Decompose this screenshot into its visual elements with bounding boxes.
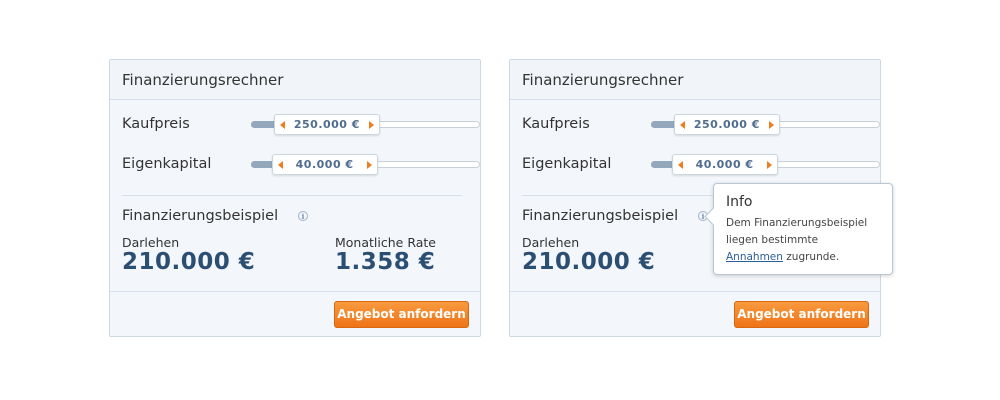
equity-value: 40.000 € [295, 158, 354, 171]
purchase-price-label: Kaufpreis [522, 116, 590, 132]
equity-row: Eigenkapital 40.000 € [522, 154, 880, 176]
tooltip-line: Dem Finanzierungsbeispiel [726, 217, 868, 229]
financing-calculator-card: Finanzierungsrechner Kaufpreis 250.000 €… [109, 59, 481, 337]
increase-arrow-icon[interactable] [768, 121, 774, 129]
purchase-price-value: 250.000 € [693, 118, 760, 131]
equity-slider[interactable]: 40.000 € [651, 154, 880, 175]
equity-slider-fill [651, 161, 674, 168]
request-offer-button[interactable]: Angebot anfordern [734, 301, 869, 328]
monthly-rate-value: 1.358 € [335, 249, 436, 275]
equity-slider[interactable]: 40.000 € [251, 154, 480, 175]
purchase-price-slider[interactable]: 250.000 € [651, 114, 880, 135]
increase-arrow-icon[interactable] [766, 161, 772, 169]
card-title: Finanzierungsrechner [522, 71, 684, 89]
tooltip-line: liegen bestimmte [726, 234, 819, 246]
purchase-price-row: Kaufpreis 250.000 € [122, 114, 480, 136]
equity-slider-handle[interactable]: 40.000 € [671, 154, 778, 175]
info-tooltip: Info Dem Finanzierungsbeispiel liegen be… [704, 183, 893, 275]
equity-label: Eigenkapital [122, 156, 212, 172]
purchase-price-value: 250.000 € [293, 118, 360, 131]
loan-label: Darlehen [522, 235, 580, 250]
card-header: Finanzierungsrechner [110, 60, 480, 100]
monthly-rate-label: Monatliche Rate [335, 235, 436, 250]
tooltip-title: Info [726, 194, 753, 210]
info-icon[interactable]: i [298, 211, 308, 221]
assumptions-link[interactable]: Annahmen [726, 251, 783, 263]
loan-label: Darlehen [122, 235, 180, 250]
tooltip-line: Annahmen zugrunde. [726, 249, 880, 266]
card-title: Finanzierungsrechner [122, 71, 284, 89]
card-header: Finanzierungsrechner [510, 60, 880, 100]
loan-value: 210.000 € [522, 249, 656, 275]
equity-slider-fill [251, 161, 274, 168]
increase-arrow-icon[interactable] [366, 161, 372, 169]
tooltip-body: Dem Finanzierungsbeispiel liegen bestimm… [726, 215, 880, 266]
increase-arrow-icon[interactable] [368, 121, 374, 129]
equity-row: Eigenkapital 40.000 € [122, 154, 480, 176]
purchase-price-row: Kaufpreis 250.000 € [522, 114, 880, 136]
equity-value: 40.000 € [695, 158, 754, 171]
card-footer-divider [110, 291, 480, 292]
equity-slider-handle[interactable]: 40.000 € [271, 154, 378, 175]
loan-value: 210.000 € [122, 249, 256, 275]
purchase-price-slider[interactable]: 250.000 € [251, 114, 480, 135]
card-footer-divider [510, 291, 880, 292]
example-title: Finanzierungsbeispiel [522, 208, 679, 224]
request-offer-button[interactable]: Angebot anfordern [334, 301, 469, 328]
purchase-price-label: Kaufpreis [122, 116, 190, 132]
divider [122, 195, 462, 196]
tooltip-line-rest: zugrunde. [782, 251, 840, 263]
purchase-price-slider-handle[interactable]: 250.000 € [673, 114, 780, 135]
purchase-price-slider-handle[interactable]: 250.000 € [273, 114, 380, 135]
example-title: Finanzierungsbeispiel [122, 208, 279, 224]
equity-label: Eigenkapital [522, 156, 612, 172]
